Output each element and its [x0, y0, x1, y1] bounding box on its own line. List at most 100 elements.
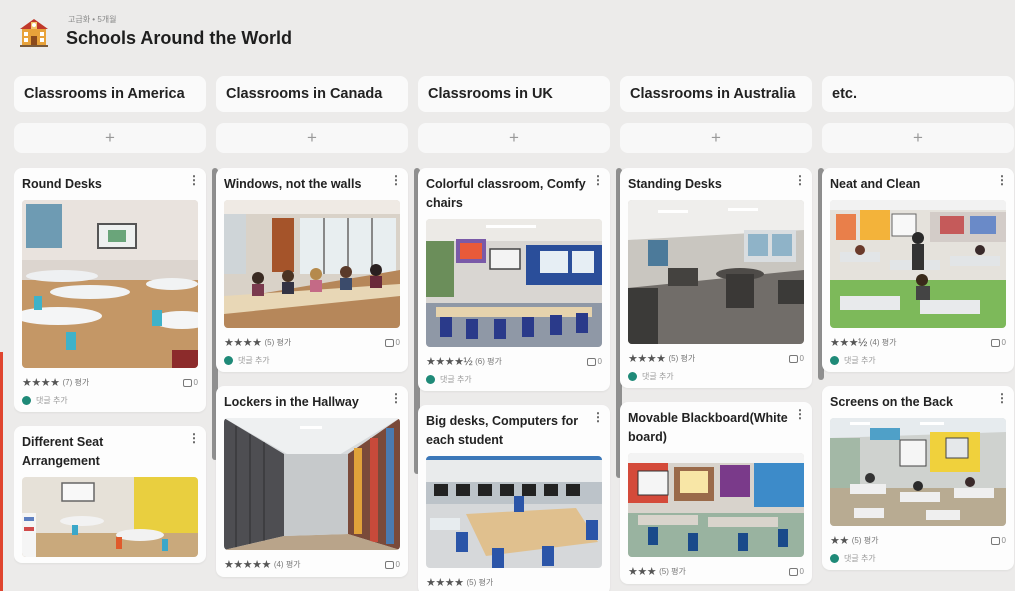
add-post-button[interactable]: + [822, 123, 1014, 153]
rating-stars[interactable]: ★★★★ [22, 376, 60, 389]
more-options-icon[interactable]: ⋮ [592, 410, 604, 424]
add-post-button[interactable]: + [418, 123, 610, 153]
comment-icon [384, 560, 394, 569]
column-header[interactable]: Classrooms in America [14, 76, 206, 112]
more-options-icon[interactable]: ⋮ [188, 173, 200, 187]
card-rating: ★★★ (5) 평가 0 [628, 565, 804, 578]
card-image[interactable] [830, 200, 1006, 328]
card-title: Different Seat Arrangement [22, 435, 104, 468]
post-card[interactable]: Lockers in the Hallway ⋮ ★★★★★ (4) 평가 0 [216, 386, 408, 577]
board-columns: Classrooms in America + Round Desks ⋮ ★★… [14, 76, 1015, 591]
add-comment[interactable]: 댓글 추가 [830, 553, 1006, 564]
comment-icon [384, 338, 394, 347]
comment-icon [182, 378, 192, 387]
card-image[interactable] [628, 200, 804, 344]
comment-count[interactable]: 0 [788, 354, 804, 363]
board-header: 고급화 • 5개월 Schools Around the World [16, 8, 292, 54]
column-australia: Classrooms in Australia + Standing Desks… [620, 76, 824, 591]
add-post-button[interactable]: + [216, 123, 408, 153]
comment-count[interactable]: 0 [990, 536, 1006, 545]
post-card[interactable]: Colorful classroom, Comfy chairs ⋮ ★★★★½… [418, 168, 610, 391]
more-options-icon[interactable]: ⋮ [996, 173, 1008, 187]
add-comment[interactable]: 댓글 추가 [224, 355, 400, 366]
comment-count[interactable]: 0 [384, 560, 400, 569]
more-options-icon[interactable]: ⋮ [996, 391, 1008, 405]
comment-count[interactable]: 0 [788, 567, 804, 576]
card-image[interactable] [628, 453, 804, 557]
card-title: Windows, not the walls [224, 177, 362, 191]
column-header[interactable]: Classrooms in UK [418, 76, 610, 112]
comment-count[interactable]: 0 [586, 357, 602, 366]
post-card[interactable]: Screens on the Back ⋮ ★★ (5) 평가 0 댓글 추가 [822, 386, 1014, 570]
card-rating: ★★★★ (5) 평가 0 [628, 352, 804, 365]
rating-stars[interactable]: ★★★★ [426, 576, 464, 589]
column-etc: etc. + Neat and Clean ⋮ ★★★½ (4) 평가 0 댓글… [822, 76, 1014, 591]
card-rating: ★★★★ (7) 평가 0 [22, 376, 198, 389]
left-edge-accent [0, 352, 3, 591]
rating-stars[interactable]: ★★★½ [830, 336, 867, 349]
card-title: Round Desks [22, 177, 102, 191]
comment-icon [990, 536, 1000, 545]
rating-count: (5) 평가 [659, 567, 686, 576]
card-image[interactable] [426, 456, 602, 568]
comment-count[interactable]: 0 [384, 338, 400, 347]
card-image[interactable] [830, 418, 1006, 526]
add-comment[interactable]: 댓글 추가 [22, 395, 198, 406]
rating-stars[interactable]: ★★★★½ [426, 355, 473, 368]
more-options-icon[interactable]: ⋮ [592, 173, 604, 187]
comment-icon [586, 357, 596, 366]
add-post-button[interactable]: + [620, 123, 812, 153]
card-image[interactable] [426, 219, 602, 347]
school-building-icon [20, 19, 48, 47]
card-title: Standing Desks [628, 177, 722, 191]
add-comment[interactable]: 댓글 추가 [830, 355, 1006, 366]
column-header[interactable]: Classrooms in Canada [216, 76, 408, 112]
post-card[interactable]: Standing Desks ⋮ ★★★★ (5) 평가 0 댓글 추가 [620, 168, 812, 388]
post-card[interactable]: Different Seat Arrangement ⋮ [14, 426, 206, 563]
card-image[interactable] [22, 200, 198, 368]
rating-count: (7) 평가 [62, 378, 90, 387]
rating-stars[interactable]: ★★★★★ [224, 558, 271, 571]
comment-icon [788, 354, 798, 363]
card-title: Movable Blackboard(White board) [628, 411, 788, 444]
post-card[interactable]: Neat and Clean ⋮ ★★★½ (4) 평가 0 댓글 추가 [822, 168, 1014, 372]
card-image[interactable] [224, 200, 400, 328]
rating-stars[interactable]: ★★★★ [224, 336, 262, 349]
post-card[interactable]: Round Desks ⋮ ★★★★ (7) 평가 0 댓글 추가 [14, 168, 206, 412]
column-header[interactable]: etc. [822, 76, 1014, 112]
add-comment[interactable]: 댓글 추가 [426, 374, 602, 385]
post-card[interactable]: Movable Blackboard(White board) ⋮ ★★★ (5… [620, 402, 812, 584]
more-options-icon[interactable]: ⋮ [390, 173, 402, 187]
card-rating: ★★★★★ (4) 평가 0 [224, 558, 400, 571]
rating-count: (5) 평가 [264, 338, 292, 347]
card-title: Colorful classroom, Comfy chairs [426, 177, 586, 210]
card-title: Screens on the Back [830, 395, 953, 409]
post-card[interactable]: Windows, not the walls ⋮ ★★★★ (5) 평가 0 댓… [216, 168, 408, 372]
post-card[interactable]: Big desks, Computers for each student ⋮ [418, 405, 610, 591]
column-header[interactable]: Classrooms in Australia [620, 76, 812, 112]
rating-stars[interactable]: ★★ [830, 534, 849, 547]
more-options-icon[interactable]: ⋮ [188, 431, 200, 445]
add-comment[interactable]: 댓글 추가 [628, 371, 804, 382]
more-options-icon[interactable]: ⋮ [794, 173, 806, 187]
card-title: Lockers in the Hallway [224, 395, 359, 409]
more-options-icon[interactable]: ⋮ [390, 391, 402, 405]
rating-stars[interactable]: ★★★★ [628, 352, 666, 365]
rating-count: (4) 평가 [869, 338, 897, 347]
rating-count: (5) 평가 [466, 578, 494, 587]
rating-stars[interactable]: ★★★ [628, 565, 657, 578]
card-image[interactable] [22, 477, 198, 557]
add-post-button[interactable]: + [14, 123, 206, 153]
avatar [426, 375, 435, 384]
rating-count: (6) 평가 [475, 357, 502, 366]
avatar [830, 554, 839, 563]
column-america: Classrooms in America + Round Desks ⋮ ★★… [14, 76, 218, 591]
rating-count: (5) 평가 [851, 536, 879, 545]
breadcrumb: 고급화 • 5개월 [68, 14, 117, 24]
card-rating: ★★★½ (4) 평가 0 [830, 336, 1006, 349]
column-canada: Classrooms in Canada + Windows, not the … [216, 76, 420, 591]
more-options-icon[interactable]: ⋮ [794, 407, 806, 421]
comment-count[interactable]: 0 [182, 378, 198, 387]
card-image[interactable] [224, 418, 400, 550]
comment-count[interactable]: 0 [990, 338, 1006, 347]
